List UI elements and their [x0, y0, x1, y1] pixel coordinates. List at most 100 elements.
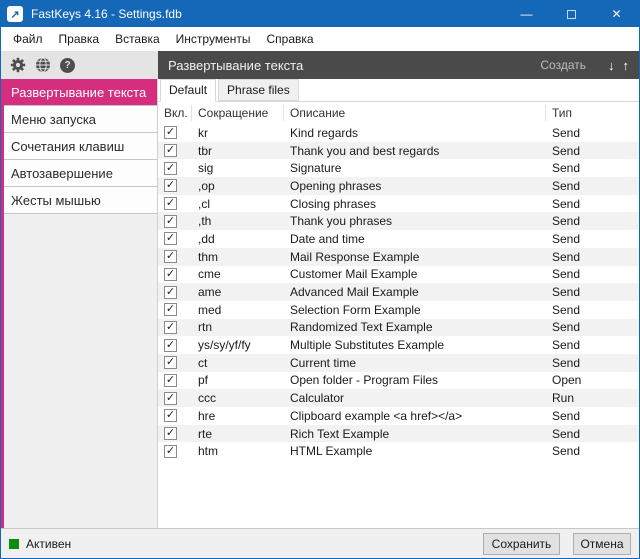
enabled-checkbox[interactable]: ✓ [164, 250, 177, 264]
settings-gear-icon[interactable] [10, 57, 26, 73]
table-row[interactable]: ✓ htm HTML Example Send [158, 442, 639, 461]
sidebar-item[interactable]: Сочетания клавиш [4, 133, 157, 160]
description-cell: Calculator [290, 391, 345, 406]
tab[interactable]: Default [160, 79, 217, 102]
enabled-checkbox[interactable]: ✓ [164, 197, 177, 211]
move-down-button[interactable]: ↓ [608, 58, 615, 73]
type-cell: Send [552, 320, 581, 335]
table-row[interactable]: ✓ ,cl Closing phrases Send [158, 194, 639, 213]
table-row[interactable]: ✓ rtn Randomized Text Example Send [158, 318, 639, 337]
sidebar-item[interactable]: Автозавершение [4, 160, 157, 187]
table-row[interactable]: ✓ rte Rich Text Example Send [158, 424, 639, 443]
abbreviation-cell: rte [198, 426, 213, 441]
table-row[interactable]: ✓ sig Signature Send [158, 159, 639, 178]
menu-item[interactable]: Файл [5, 28, 51, 50]
checkmark-icon: ✓ [165, 161, 176, 174]
table-row[interactable]: ✓ ame Advanced Mail Example Send [158, 283, 639, 301]
table-row[interactable]: ✓ med Selection Form Example Send [158, 300, 639, 319]
table-row[interactable]: ✓ kr Kind regards Send [158, 124, 639, 142]
column-header-description[interactable]: Описание [284, 105, 546, 121]
enabled-checkbox[interactable]: ✓ [164, 409, 177, 423]
enabled-checkbox[interactable]: ✓ [164, 267, 177, 281]
checkmark-icon: ✓ [165, 250, 176, 263]
enabled-checkbox[interactable]: ✓ [164, 285, 177, 299]
maximize-button[interactable] [549, 1, 594, 27]
checkmark-icon: ✓ [165, 356, 176, 369]
column-header-abbreviation[interactable]: Сокращение [192, 105, 284, 121]
table-row[interactable]: ✓ ccc Calculator Run [158, 389, 639, 407]
close-button[interactable]: ✕ [594, 1, 639, 27]
tab[interactable]: Phrase files [218, 79, 299, 101]
description-cell: Mail Response Example [290, 249, 420, 264]
enabled-cell: ✓ [158, 144, 192, 158]
table-header: Вкл. Сокращение Описание Тип [158, 102, 639, 124]
sidebar: Развертывание текста Меню запуска Сочета… [1, 79, 158, 528]
enabled-cell: ✓ [158, 303, 192, 317]
sidebar-item-label: Сочетания клавиш [11, 138, 125, 154]
enabled-checkbox[interactable]: ✓ [164, 338, 177, 352]
sidebar-item[interactable]: Развертывание текста [4, 79, 157, 106]
type-cell: Send [552, 338, 581, 353]
move-up-button[interactable]: ↑ [623, 58, 630, 73]
enabled-checkbox[interactable]: ✓ [164, 320, 177, 334]
type-cell: Send [552, 214, 581, 229]
column-header-type[interactable]: Тип [546, 105, 639, 121]
table-row[interactable]: ✓ hre Clipboard example <a href></a> Sen… [158, 407, 639, 425]
enabled-checkbox[interactable]: ✓ [164, 427, 177, 441]
checkmark-icon: ✓ [165, 179, 176, 192]
menu-item[interactable]: Правка [51, 28, 108, 50]
description-cell: Current time [290, 355, 357, 370]
description-cell: Multiple Substitutes Example [290, 338, 445, 353]
table-row[interactable]: ✓ ,dd Date and time Send [158, 230, 639, 248]
table-row[interactable]: ✓ pf Open folder - Program Files Open [158, 371, 639, 390]
sidebar-item[interactable]: Жесты мышью [4, 187, 157, 214]
column-header-enabled[interactable]: Вкл. [158, 105, 192, 121]
sidebar-item-label: Автозавершение [11, 165, 113, 181]
enabled-checkbox[interactable]: ✓ [164, 444, 177, 458]
description-cell: Thank you phrases [290, 214, 393, 229]
table-row[interactable]: ✓ ,op Opening phrases Send [158, 177, 639, 195]
table-body: ✓ kr Kind regards Send ✓ tbr Thank you a… [158, 124, 639, 528]
type-cell: Send [552, 125, 581, 140]
abbreviation-cell: sig [198, 161, 214, 176]
cancel-button[interactable]: Отмена [573, 532, 631, 555]
type-cell: Run [552, 391, 575, 406]
active-status-indicator [9, 538, 19, 549]
table-row[interactable]: ✓ thm Mail Response Example Send [158, 247, 639, 266]
sidebar-item[interactable]: Меню запуска [4, 106, 157, 133]
enabled-checkbox[interactable]: ✓ [164, 161, 177, 175]
abbreviation-cell: ,dd [198, 231, 215, 246]
table-row[interactable]: ✓ ,th Thank you phrases Send [158, 212, 639, 231]
abbreviation-cell: ct [198, 355, 208, 370]
menu-item[interactable]: Вставка [107, 28, 168, 50]
enabled-checkbox[interactable]: ✓ [164, 303, 177, 317]
menu-item[interactable]: Справка [259, 28, 322, 50]
menu-item[interactable]: Инструменты [168, 28, 259, 50]
table-row[interactable]: ✓ tbr Thank you and best regards Send [158, 141, 639, 160]
table-row[interactable]: ✓ ct Current time Send [158, 353, 639, 372]
abbreviation-cell: ,th [198, 214, 212, 229]
enabled-checkbox[interactable]: ✓ [164, 126, 177, 140]
minimize-button[interactable]: — [504, 1, 549, 27]
enabled-checkbox[interactable]: ✓ [164, 214, 177, 228]
enabled-checkbox[interactable]: ✓ [164, 391, 177, 405]
enabled-cell: ✓ [158, 232, 192, 246]
enabled-cell: ✓ [158, 444, 192, 458]
enabled-checkbox[interactable]: ✓ [164, 144, 177, 158]
enabled-checkbox[interactable]: ✓ [164, 232, 177, 246]
enabled-checkbox[interactable]: ✓ [164, 356, 177, 370]
checkmark-icon: ✓ [165, 267, 176, 280]
abbreviation-cell: med [198, 302, 222, 317]
table-row[interactable]: ✓ cme Customer Mail Example Send [158, 265, 639, 284]
help-icon[interactable]: ? [60, 57, 75, 73]
table-row[interactable]: ✓ ys/sy/yf/fy Multiple Substitutes Examp… [158, 336, 639, 354]
enabled-checkbox[interactable]: ✓ [164, 373, 177, 387]
save-button[interactable]: Сохранить [483, 532, 560, 555]
description-cell: Date and time [290, 231, 365, 246]
create-button[interactable]: Создать [540, 58, 586, 72]
type-cell: Send [552, 267, 581, 282]
checkmark-icon: ✓ [165, 409, 176, 422]
enabled-checkbox[interactable]: ✓ [164, 179, 177, 193]
enabled-cell: ✓ [158, 391, 192, 405]
language-globe-icon[interactable] [35, 57, 51, 73]
